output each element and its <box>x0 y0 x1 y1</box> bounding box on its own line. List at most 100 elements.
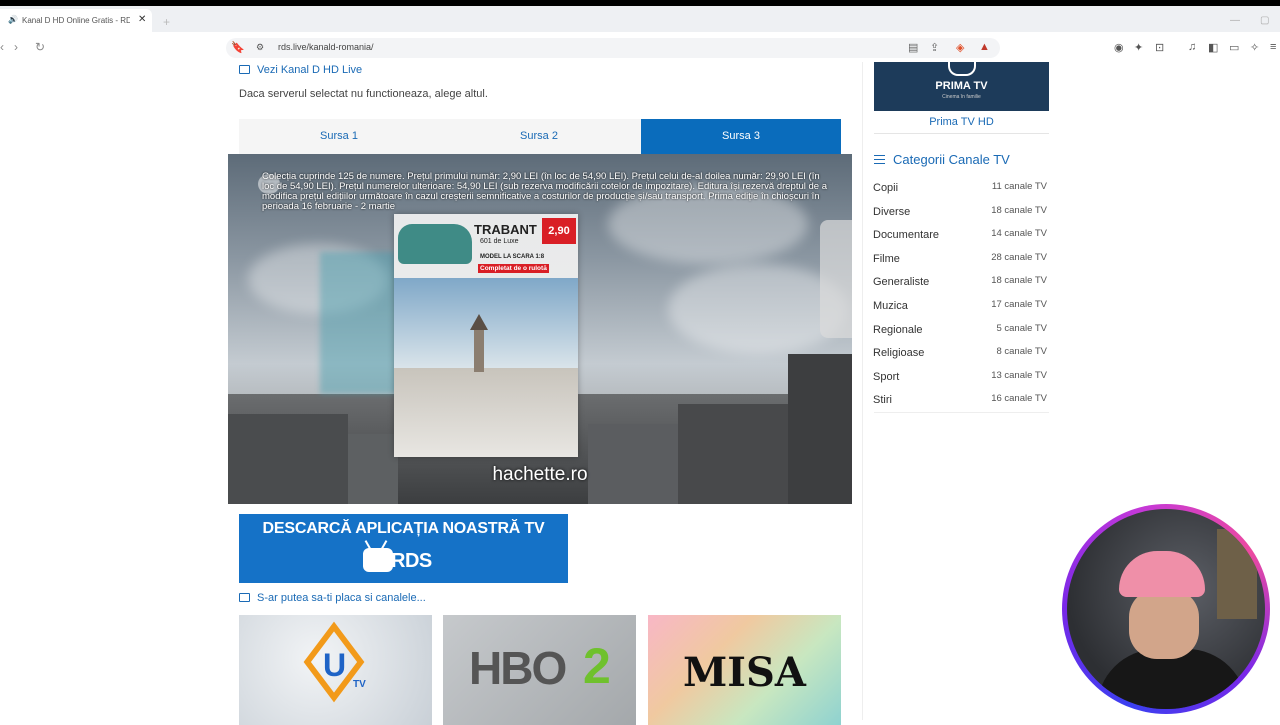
category-item[interactable]: Documentare 14 canale TV <box>873 222 1049 246</box>
back-icon[interactable]: ‹ <box>0 40 4 54</box>
category-count: 8 canale TV <box>996 346 1047 358</box>
divider <box>874 133 1049 134</box>
category-count: 16 canale TV <box>991 393 1047 405</box>
puzzle-icon[interactable]: ✦ <box>1134 41 1143 54</box>
thumb-label: TV <box>353 679 366 690</box>
rds-logo: RDS <box>361 542 451 578</box>
maximize-icon[interactable]: ▢ <box>1260 15 1269 26</box>
phone-graphic <box>820 220 852 338</box>
rewards-icon[interactable]: ▲ <box>979 41 990 53</box>
category-item[interactable]: Diverse 18 canale TV <box>873 199 1049 223</box>
category-item[interactable]: Regionale 5 canale TV <box>873 317 1049 341</box>
ad-price: 2,90 <box>542 218 576 244</box>
category-count: 14 canale TV <box>991 228 1047 240</box>
category-count: 18 canale TV <box>991 275 1047 287</box>
category-name: Stiri <box>873 394 892 407</box>
tab-sursa-2[interactable]: Sursa 2 <box>439 119 639 154</box>
extension-icon[interactable]: ◉ <box>1114 41 1124 54</box>
category-item[interactable]: Copii 11 canale TV <box>873 175 1049 199</box>
reload-icon[interactable]: ↻ <box>35 40 45 54</box>
categories-title: Categorii Canale TV <box>874 152 1010 167</box>
close-icon[interactable]: ✕ <box>138 14 146 25</box>
background-shelf <box>1217 529 1257 619</box>
server-note: Daca serverul selectat nu functioneaza, … <box>239 88 488 100</box>
prima-tv-thumb[interactable]: PRIMA TV Cinema în familie <box>874 62 1049 111</box>
minimize-icon[interactable]: — <box>1230 15 1240 26</box>
building <box>678 404 788 504</box>
category-count: 18 canale TV <box>991 204 1047 216</box>
webcam-overlay <box>1062 504 1270 714</box>
sidebar-icon[interactable]: ◧ <box>1208 41 1218 54</box>
misa-logo: MISA <box>683 649 806 696</box>
categories-title-b: Canale TV <box>948 152 1010 167</box>
prima-logo: PRIMA TV <box>935 80 988 92</box>
ad-subtitle: 601 de Luxe <box>480 238 519 245</box>
main-column: Vezi Kanal D HD Live Daca serverul selec… <box>228 62 852 725</box>
category-item[interactable]: Religioase 8 canale TV <box>873 340 1049 364</box>
ad-extra: Completat de o rulotă <box>478 264 549 273</box>
category-name: Documentare <box>873 229 940 242</box>
prima-shield-icon <box>948 62 976 76</box>
category-item[interactable]: Stiri 16 canale TV <box>873 387 1049 411</box>
bookmark-icon[interactable]: 🔖 <box>231 41 245 54</box>
rds-brand: RDS <box>391 550 432 572</box>
ad-title: TRABANT <box>474 222 537 237</box>
category-item[interactable]: Filme 28 canale TV <box>873 246 1049 270</box>
category-count: 17 canale TV <box>991 298 1047 310</box>
category-name: Regionale <box>873 323 923 336</box>
divider <box>874 412 1049 413</box>
menu-icon[interactable]: ≡ <box>1270 41 1276 53</box>
forward-icon[interactable]: › <box>14 40 18 54</box>
live-title-text: Vezi Kanal D HD Live <box>257 64 363 76</box>
speaker-icon[interactable]: 🔊 <box>8 15 18 24</box>
tab-sursa-3[interactable]: Sursa 3 <box>641 119 841 154</box>
car-image <box>398 224 472 264</box>
channel-thumb-qu-tv[interactable]: U TV <box>239 615 432 725</box>
category-item[interactable]: Sport 13 canale TV <box>873 364 1049 388</box>
reader-icon[interactable]: ▤ <box>908 41 918 54</box>
building <box>228 414 348 504</box>
url-bar[interactable]: 🔖 ⚙ rds.live/kanald-romania/ ▤ ⇪ ◈ ▲ <box>226 38 1000 58</box>
category-name: Copii <box>873 182 899 194</box>
webcam-feed <box>1067 509 1265 709</box>
site-info-icon[interactable]: ⚙ <box>256 42 264 53</box>
url-text[interactable]: rds.live/kanald-romania/ <box>278 42 374 52</box>
channel-thumb-misa[interactable]: MISA <box>648 615 841 725</box>
tab-sursa-1[interactable]: Sursa 1 <box>239 119 439 154</box>
source-tabs: Sursa 1 Sursa 2 Sursa 3 <box>239 119 841 154</box>
tab-strip: 🔊 Kanal D HD Online Gratis - RDS ✕ + — ▢ <box>0 6 1280 32</box>
music-icon[interactable]: ♫ <box>1188 41 1196 53</box>
list-icon <box>874 155 885 164</box>
prima-tagline: Cinema în familie <box>942 94 981 100</box>
qu-logo: U <box>323 647 347 683</box>
new-tab-icon[interactable]: + <box>163 15 170 29</box>
brave-shield-icon[interactable]: ◈ <box>956 41 964 54</box>
suggest-title-text: S-ar putea sa-ti placa si canalele... <box>257 592 426 604</box>
ad-scale: MODEL LA SCARA 1:8 <box>480 254 545 260</box>
category-item[interactable]: Generaliste 18 canale TV <box>873 269 1049 293</box>
browser-tab[interactable]: 🔊 Kanal D HD Online Gratis - RDS ✕ <box>0 9 152 32</box>
live-title: Vezi Kanal D HD Live <box>239 64 362 76</box>
wallet-icon[interactable]: ▭ <box>1229 41 1239 54</box>
tv-icon <box>239 593 250 602</box>
share-icon[interactable]: ⇪ <box>930 41 939 54</box>
tab-title: Kanal D HD Online Gratis - RDS <box>22 16 130 25</box>
address-bar-row: ‹ › ↻ 🔖 ⚙ rds.live/kanald-romania/ ▤ ⇪ ◈… <box>0 32 1280 62</box>
ai-icon[interactable]: ✧ <box>1250 41 1259 54</box>
app-download-banner[interactable]: DESCARCĂ APLICAȚIA NOASTRĂ TV RDS <box>239 514 568 583</box>
tv-icon <box>239 65 250 74</box>
suggest-title: S-ar putea sa-ti placa si canalele... <box>239 592 426 604</box>
category-name: Diverse <box>873 205 911 218</box>
category-name: Generaliste <box>873 276 930 289</box>
category-list: Copii 11 canale TV Diverse 18 canale TV Do… <box>873 175 1049 411</box>
screenshot-icon[interactable]: ⊡ <box>1155 41 1164 54</box>
ad-card: TRABANT 2,90 601 de Luxe MODEL LA SCARA … <box>394 214 578 457</box>
hbo-logo: HBO <box>469 642 567 694</box>
channel-thumb-hbo2[interactable]: HBO 2 <box>443 615 636 725</box>
person-face <box>1129 589 1199 659</box>
video-player[interactable]: TRABANT 2,90 601 de Luxe MODEL LA SCARA … <box>228 154 852 504</box>
category-count: 5 canale TV <box>996 322 1047 334</box>
category-item[interactable]: Muzica 17 canale TV <box>873 293 1049 317</box>
prima-label[interactable]: Prima TV HD <box>874 116 1049 128</box>
church-tower <box>470 314 488 372</box>
